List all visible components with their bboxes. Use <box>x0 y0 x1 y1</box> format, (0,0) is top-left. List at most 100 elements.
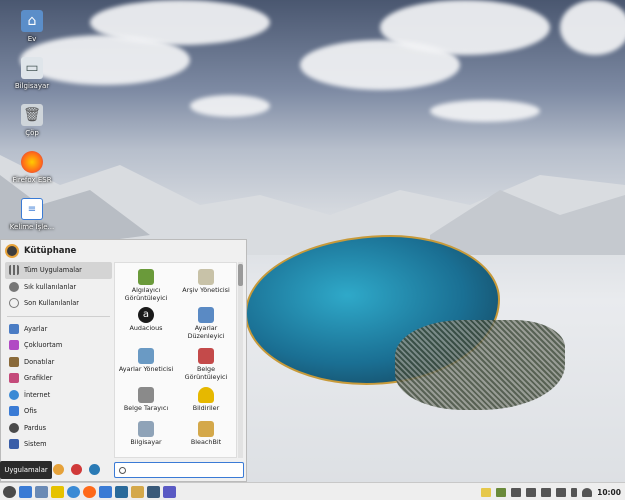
category-label: Ayarlar <box>24 324 48 333</box>
app-document-scanner[interactable]: Belge Tarayıcı <box>117 387 175 413</box>
category-label: Sistem <box>24 440 47 449</box>
category-label: Donatılar <box>24 357 55 366</box>
app-grid-scrollbar[interactable] <box>238 262 243 458</box>
desktop-icon-trash[interactable]: 🗑 Çöp <box>8 104 56 137</box>
star-icon <box>9 281 19 292</box>
category-office[interactable]: Ofis <box>5 403 112 420</box>
clock-icon <box>9 298 19 309</box>
settings-icon <box>9 323 19 334</box>
category-list: Tüm Uygulamalar Sık kullanılanlar Son Ku… <box>5 262 112 453</box>
accessories-icon <box>9 356 19 367</box>
app-label: Bildiriler <box>192 404 220 412</box>
terminal-icon[interactable] <box>115 485 128 498</box>
scrollbar-thumb[interactable] <box>238 264 243 286</box>
search-field[interactable] <box>114 462 244 478</box>
category-favorites[interactable]: Sık kullanılanlar <box>5 279 112 296</box>
app-label: Ayarlar Düzenleyici <box>187 324 225 340</box>
firefox-icon <box>21 151 43 173</box>
category-label: Sık kullanılanlar <box>24 282 77 291</box>
app-document-viewer[interactable]: Belge Görüntüleyici <box>177 348 235 381</box>
pardus-menu-icon[interactable] <box>3 485 16 498</box>
app-sensor-viewer[interactable]: Algılayıcı Görüntüleyici <box>117 269 175 302</box>
audio-icon[interactable] <box>541 487 552 497</box>
mail-icon[interactable] <box>51 485 64 498</box>
settings-gear-icon[interactable] <box>89 464 100 475</box>
app-label: BleachBit <box>190 438 222 446</box>
grid-icon <box>9 265 19 276</box>
office-icon <box>9 406 19 417</box>
internet-icon <box>9 389 19 400</box>
desktop-icon-writer[interactable]: ≡ Kelime İşle... <box>8 198 56 231</box>
notifications-icon <box>198 387 214 403</box>
web-browser-icon[interactable] <box>67 485 80 498</box>
divider <box>7 315 110 317</box>
category-label: Tüm Uygulamalar <box>24 266 82 275</box>
category-label: İnternet <box>24 390 51 399</box>
category-pardus[interactable]: Pardus <box>5 420 112 437</box>
category-label: Ofis <box>24 407 37 416</box>
display-icon[interactable] <box>511 487 522 497</box>
show-desktop-icon[interactable] <box>19 485 32 498</box>
battery-icon[interactable] <box>571 487 578 497</box>
category-recent[interactable]: Son Kullanılanlar <box>5 295 112 312</box>
category-label: Grafikler <box>24 374 53 383</box>
app-bleachbit[interactable]: BleachBit <box>177 421 235 447</box>
category-accessories[interactable]: Donatılar <box>5 354 112 371</box>
app-notifications[interactable]: Bildiriler <box>177 387 235 413</box>
app-label: Ayarlar Yöneticisi <box>118 365 174 373</box>
archive-icon[interactable] <box>147 485 160 498</box>
session-actions <box>53 464 100 475</box>
category-internet[interactable]: İnternet <box>5 387 112 404</box>
app-grid: Algılayıcı Görüntüleyici Arşiv Yöneticis… <box>114 262 237 458</box>
mail-icon[interactable] <box>526 487 537 497</box>
desktop-icon-label: Kelime İşle... <box>9 223 55 231</box>
desktop-icon-label: Firefox ESR <box>12 176 52 184</box>
category-label: Pardus <box>24 423 47 432</box>
category-all-apps[interactable]: Tüm Uygulamalar <box>5 262 112 279</box>
menu-header: Kütüphane <box>1 240 246 262</box>
bleachbit-icon <box>198 421 214 437</box>
application-menu: Kütüphane Tüm Uygulamalar Sık kullanılan… <box>0 239 247 482</box>
note-icon[interactable] <box>481 487 492 497</box>
settings-editor-icon <box>198 307 214 323</box>
teams-icon[interactable] <box>163 485 176 498</box>
clock[interactable]: 10:00 <box>597 488 621 497</box>
app-label: Bilgisayar <box>130 438 162 446</box>
app-computer[interactable]: Bilgisayar <box>117 421 175 447</box>
file-manager-icon[interactable] <box>35 485 48 498</box>
desktop-icon-home[interactable]: ⌂ Ev <box>8 10 56 43</box>
document-viewer-icon <box>198 348 214 364</box>
user-icon[interactable] <box>53 464 64 475</box>
calculator-icon[interactable] <box>496 487 507 497</box>
search-input[interactable] <box>129 466 234 474</box>
menu-tooltip: Uygulamalar <box>0 461 52 479</box>
category-multimedia[interactable]: Çokluortam <box>5 337 112 354</box>
category-settings[interactable]: Ayarlar <box>5 321 112 338</box>
stack-icon[interactable] <box>131 485 144 498</box>
desktop-icon-firefox[interactable]: Firefox ESR <box>8 151 56 184</box>
notification-bell-icon[interactable] <box>582 487 593 497</box>
category-system[interactable]: Sistem <box>5 436 112 453</box>
app-audacious[interactable]: a Audacious <box>117 307 175 333</box>
text-editor-icon[interactable] <box>99 485 112 498</box>
category-label: Çokluortam <box>24 341 63 350</box>
power-icon[interactable] <box>71 464 82 475</box>
avatar[interactable] <box>5 244 19 258</box>
firefox-icon[interactable] <box>83 485 96 498</box>
menu-title: Kütüphane <box>24 246 77 256</box>
desktop-icon-label: Bilgisayar <box>14 82 50 90</box>
app-settings-manager[interactable]: Ayarlar Yöneticisi <box>117 348 175 374</box>
app-archive-manager[interactable]: Arşiv Yöneticisi <box>177 269 235 295</box>
category-graphics[interactable]: Grafikler <box>5 370 112 387</box>
settings-manager-icon <box>138 348 154 364</box>
volume-icon[interactable] <box>556 487 567 497</box>
graphics-icon <box>9 373 19 384</box>
search-icon <box>119 466 126 474</box>
desktop-icon-computer[interactable]: ▭ Bilgisayar <box>8 57 56 90</box>
system-tray: 10:00 <box>481 483 621 500</box>
computer-icon: ▭ <box>21 57 43 79</box>
desktop-icon-label: Çöp <box>25 129 39 137</box>
app-settings-editor[interactable]: Ayarlar Düzenleyici <box>177 307 235 340</box>
app-label: Belge Tarayıcı <box>123 404 169 412</box>
taskbar: 10:00 <box>0 482 625 500</box>
